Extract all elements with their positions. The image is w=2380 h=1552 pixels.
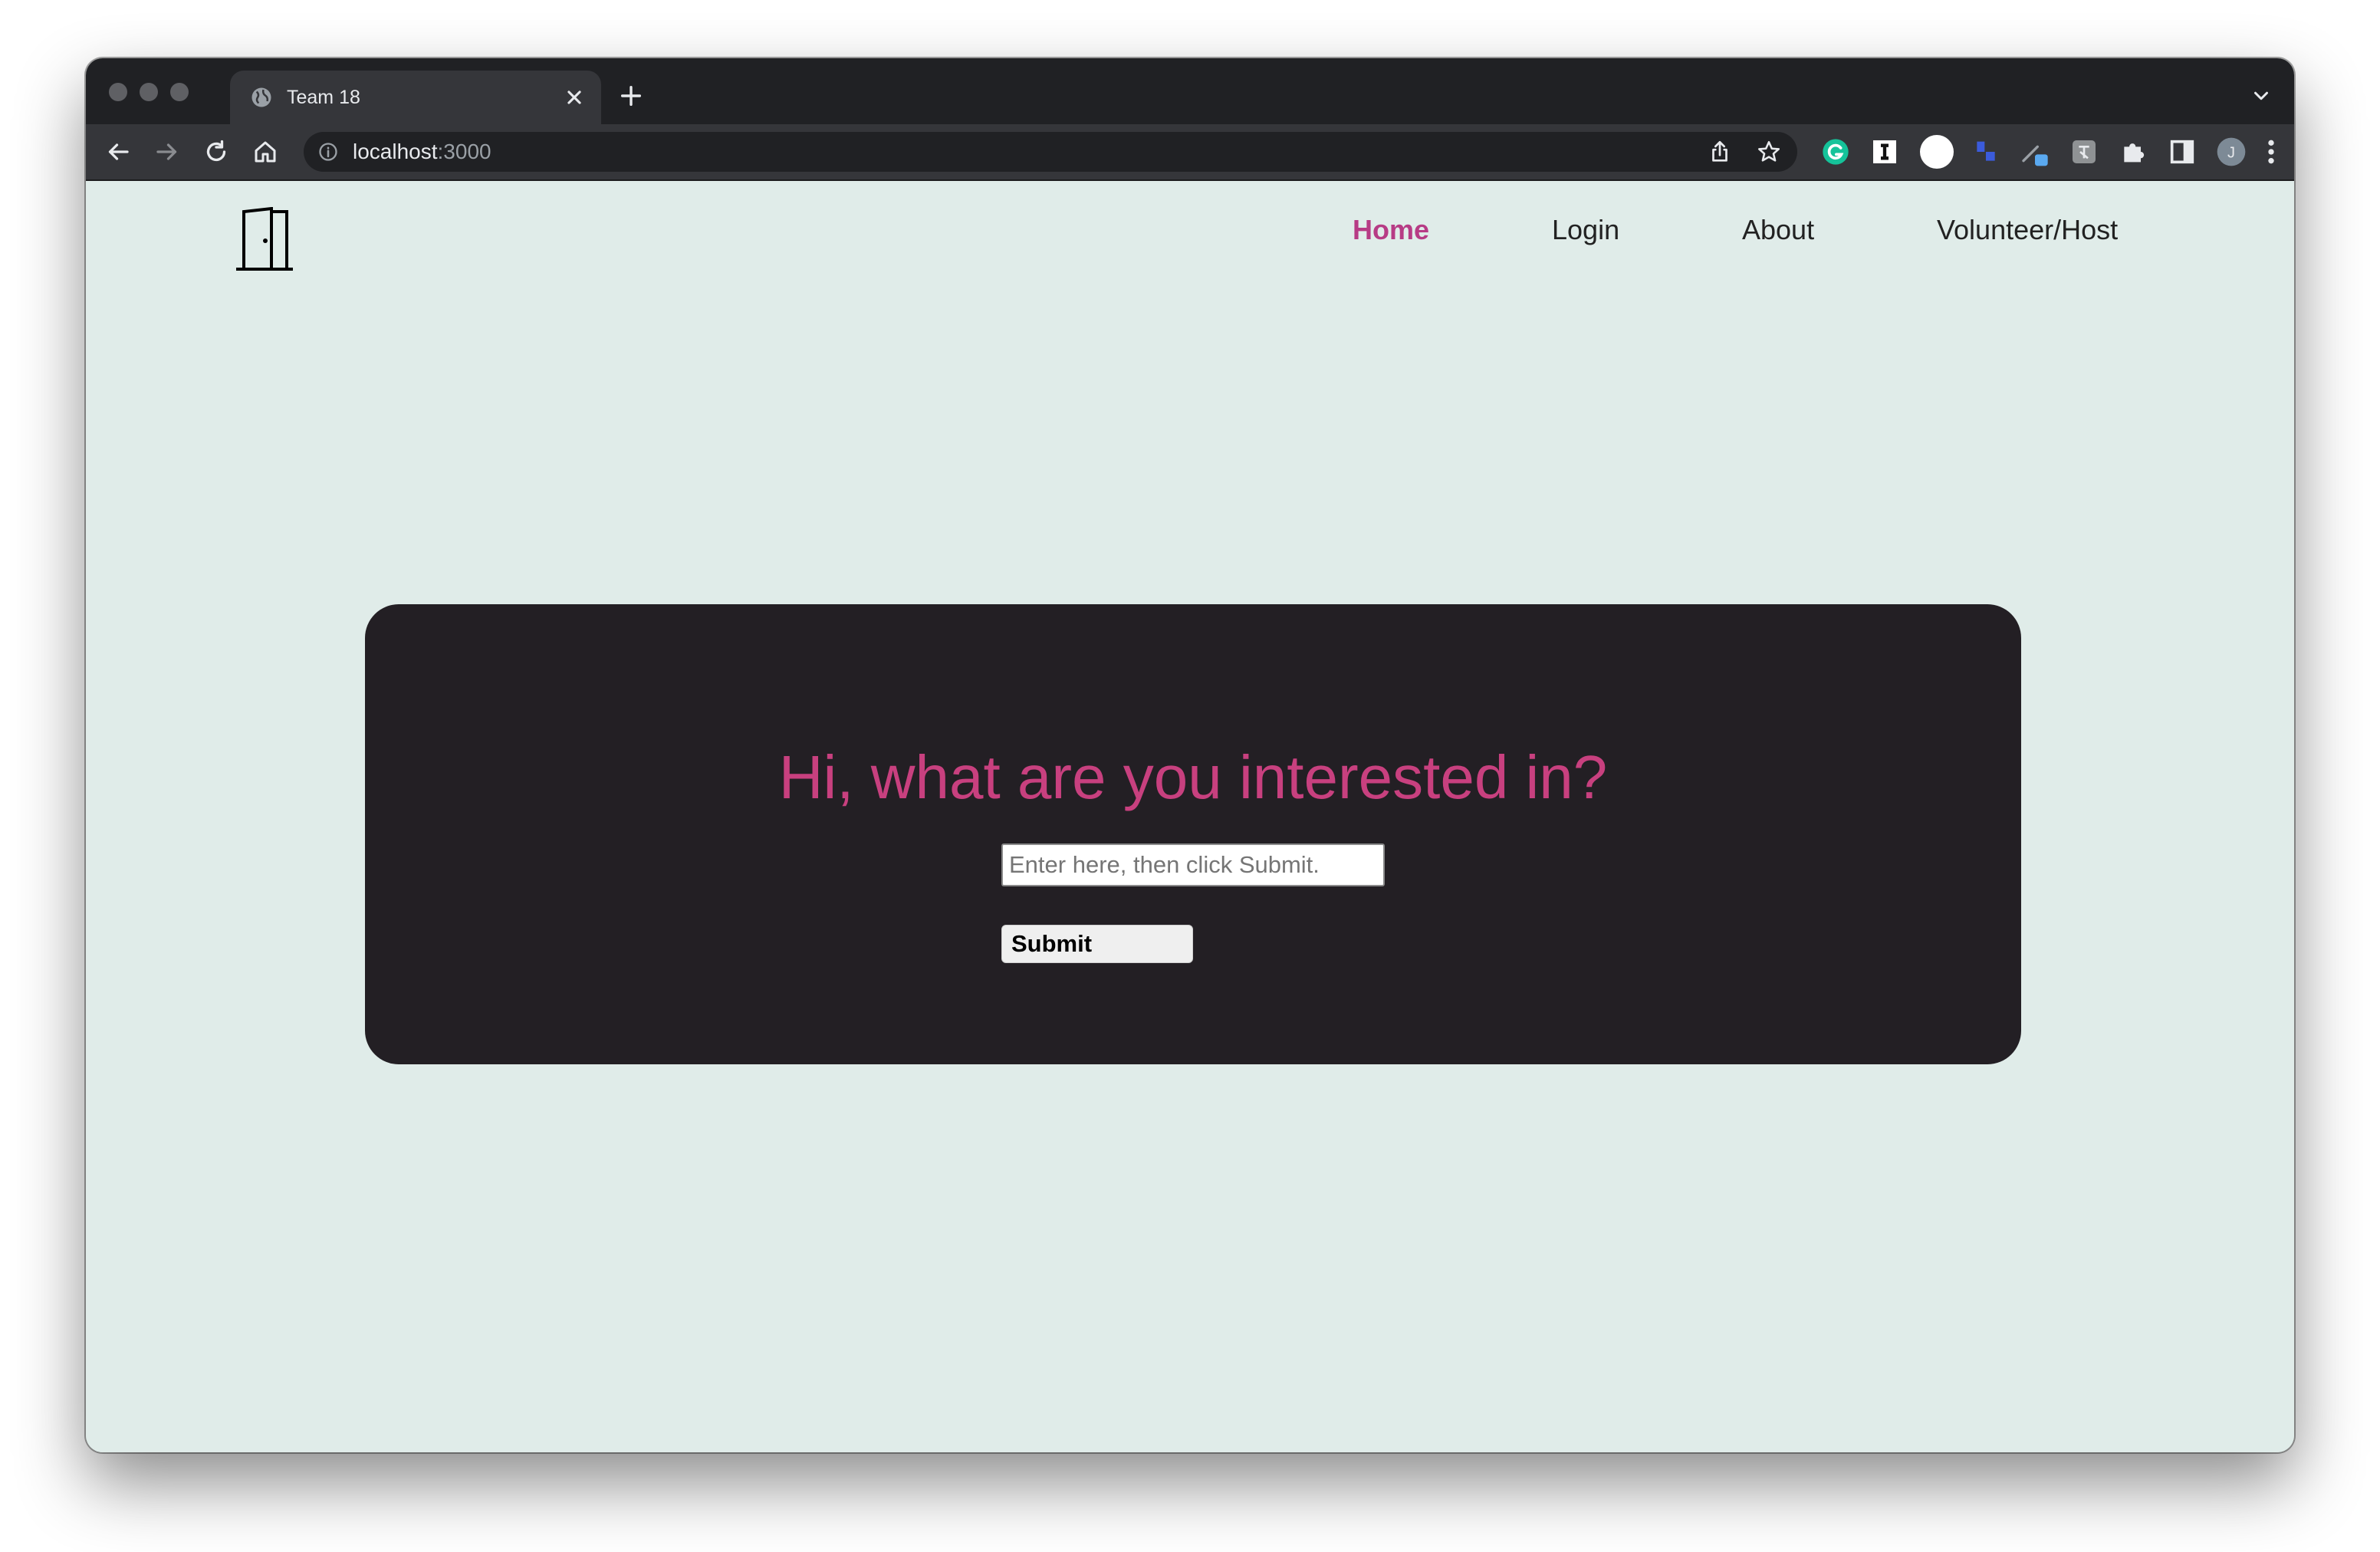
nav-home[interactable]: Home: [1353, 213, 1429, 247]
url-text: localhost:3000: [353, 140, 491, 163]
forward-arrow-icon[interactable]: [153, 138, 181, 166]
nav-about[interactable]: About: [1742, 213, 1814, 247]
pen-extension-icon[interactable]: [2020, 136, 2050, 167]
window-zoom-dot[interactable]: [170, 83, 189, 101]
door-logo-icon[interactable]: [236, 207, 293, 271]
browser-tab[interactable]: Team 18: [230, 71, 601, 124]
nav-volunteer-host[interactable]: Volunteer/Host: [1937, 213, 2118, 247]
info-icon[interactable]: [317, 141, 339, 163]
share-icon[interactable]: [1707, 139, 1733, 165]
globe-icon: [251, 87, 271, 107]
sidepanel-icon[interactable]: [2167, 136, 2198, 167]
browser-window: Team 18 localhost:3000 J Home Login Abou…: [86, 58, 2294, 1452]
instapaper-icon[interactable]: [1869, 136, 1900, 167]
url-host: localhost: [353, 140, 438, 163]
reload-icon[interactable]: [202, 138, 230, 166]
close-icon[interactable]: [561, 84, 587, 110]
interest-heading: Hi, what are you interested in?: [778, 743, 1608, 811]
profile-avatar[interactable]: J: [2216, 136, 2247, 167]
blue-extension-icon[interactable]: [1971, 136, 2001, 167]
tab-title: Team 18: [287, 87, 360, 108]
window-close-dot[interactable]: [109, 83, 127, 101]
interest-card: Hi, what are you interested in? Submit: [365, 604, 2021, 1064]
star-icon[interactable]: [1756, 139, 1782, 165]
grammarly-icon[interactable]: [1820, 136, 1851, 167]
chevron-down-icon[interactable]: [2250, 84, 2273, 107]
url-port: :3000: [437, 140, 491, 163]
tab-strip: Team 18: [86, 58, 2294, 124]
puzzle-icon[interactable]: [2118, 136, 2148, 167]
interest-input[interactable]: [1001, 843, 1385, 886]
translate-extension-icon[interactable]: [2069, 136, 2099, 167]
profile-initial: J: [2227, 145, 2235, 162]
window-minimize-dot[interactable]: [140, 83, 158, 101]
home-icon[interactable]: [251, 138, 279, 166]
address-bar[interactable]: localhost:3000: [304, 132, 1797, 172]
nav-login[interactable]: Login: [1552, 213, 1619, 247]
page-content: Home Login About Volunteer/Host Hi, what…: [86, 181, 2294, 1452]
back-arrow-icon[interactable]: [104, 138, 132, 166]
kebab-menu-icon[interactable]: [2262, 136, 2280, 167]
new-tab-plus-icon[interactable]: [618, 83, 644, 109]
browser-toolbar: localhost:3000 J: [86, 124, 2294, 181]
circle-extension-icon[interactable]: [1918, 133, 1955, 170]
submit-button[interactable]: Submit: [1001, 925, 1193, 963]
